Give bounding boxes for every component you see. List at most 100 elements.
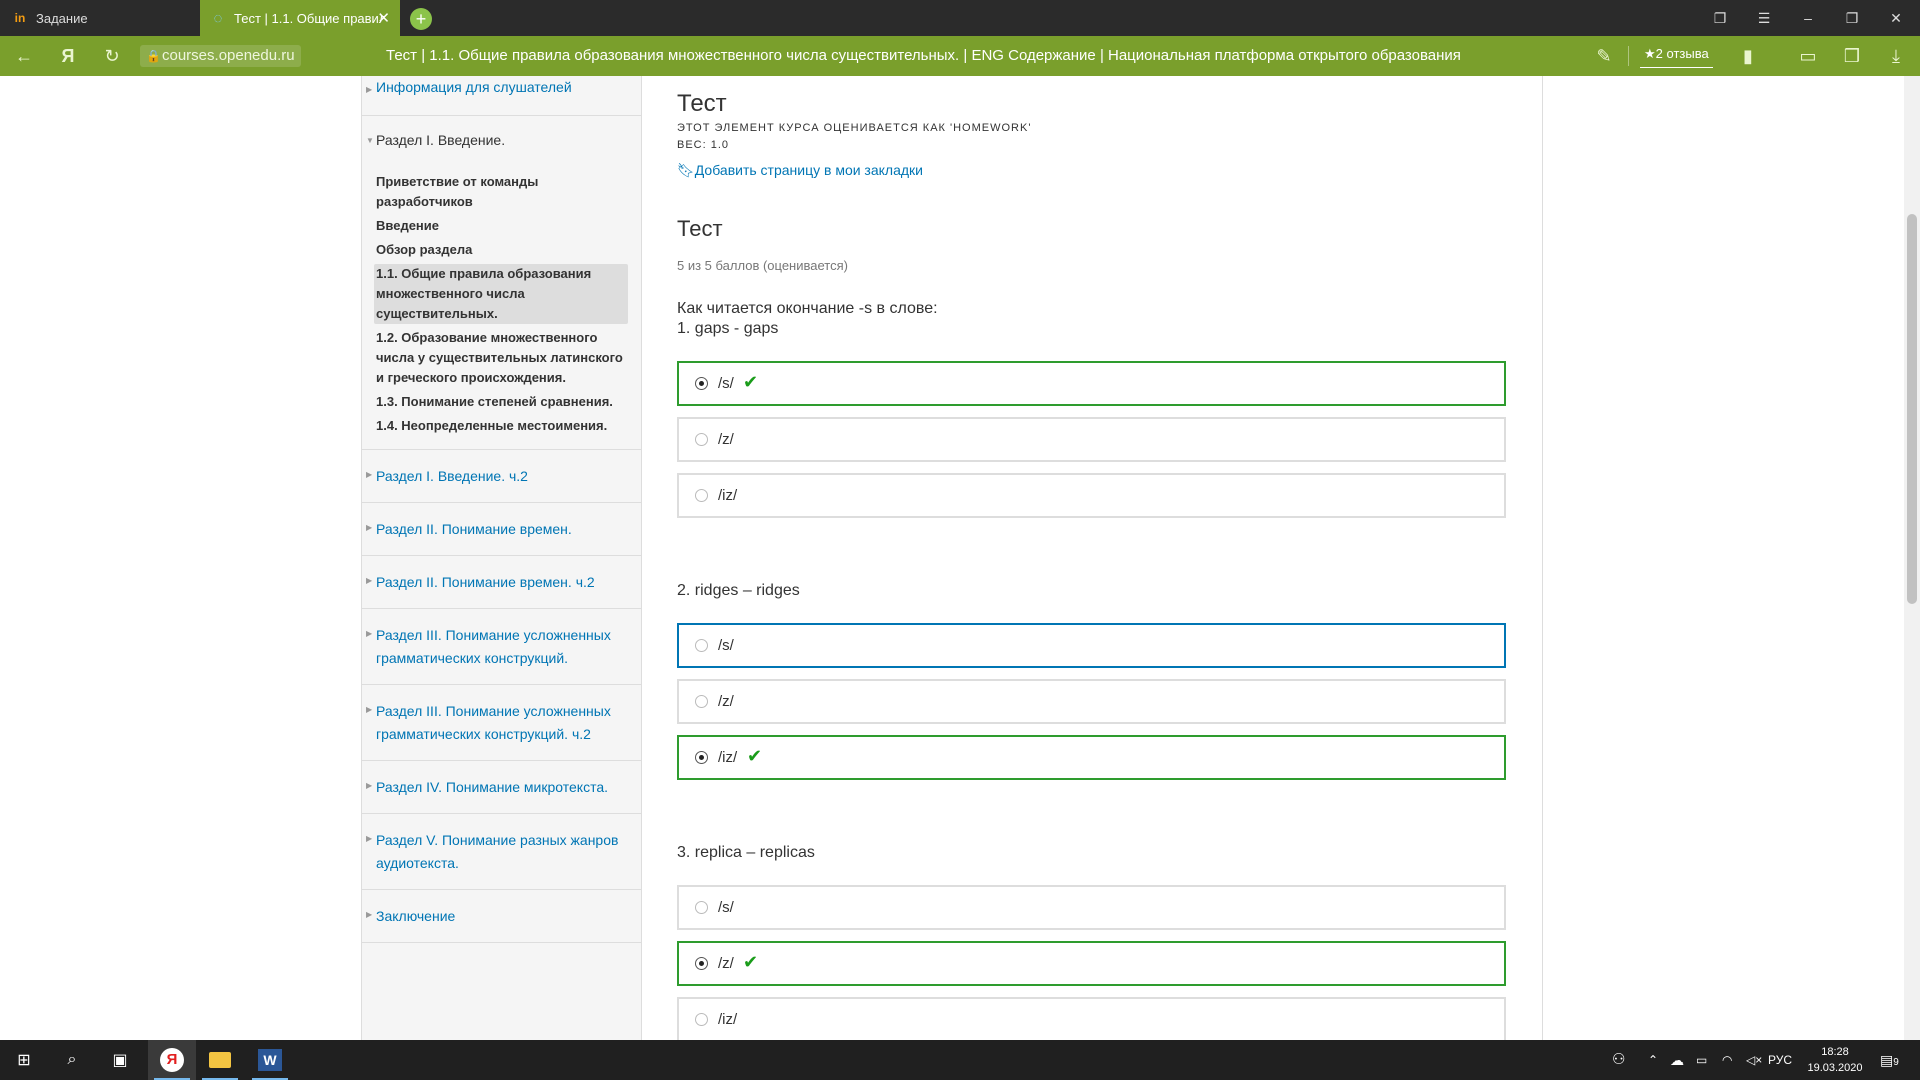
volume-icon[interactable]: ◁× [1746,1040,1762,1080]
sidebar-subitem-active[interactable]: 1.1. Общие правила образования множестве… [374,264,628,324]
sidebar-section[interactable]: ▶ Раздел IV. Понимание микротекста. [362,761,642,814]
download-icon[interactable]: ⤓ [1876,36,1916,76]
url-field[interactable]: 🔒 courses.openedu.ru [140,45,301,67]
reload-icon[interactable]: ↻ [92,36,132,76]
sidebar-section[interactable]: ▶ Заключение [362,890,642,943]
back-icon[interactable]: ← [4,36,44,76]
tab-test[interactable]: ◌ Тест | 1.1. Общие правила ✕ [200,0,400,36]
unit-content: Тест ЭТОТ ЭЛЕМЕНТ КУРСА ОЦЕНИВАЕТСЯ КАК … [677,76,1507,1042]
minimize-button[interactable]: – [1786,0,1830,36]
answer-option[interactable]: /iz/ [677,997,1506,1042]
new-tab-button[interactable]: + [410,8,432,30]
onedrive-icon[interactable]: ☁ [1670,1040,1684,1080]
sidebar-subitem[interactable]: Приветствие от команды разработчиков [376,172,628,212]
sidebar-section[interactable]: ▶ Раздел II. Понимание времен. [362,503,642,556]
radio-button[interactable] [695,489,708,502]
windows-start-icon[interactable]: ⊞ [0,1040,48,1080]
radio-button[interactable] [695,957,708,970]
sidebar-subitem[interactable]: 1.4. Неопределенные местоимения. [376,416,628,436]
sidebar-subitem[interactable]: 1.3. Понимание степеней сравнения. [376,392,628,412]
question-intro: Как читается окончание -s в слове: [677,300,938,317]
chevron-up-icon[interactable]: ⌃ [1648,1040,1658,1080]
task-view-icon[interactable]: ▣ [96,1040,144,1080]
radio-button[interactable] [695,901,708,914]
chevron-right-icon: ▶ [366,910,373,919]
bookmark-label: Добавить страницу в мои закладки [694,162,923,178]
in-icon: in [14,11,26,25]
radio-button[interactable] [695,377,708,390]
question-text: 3. replica – replicas [677,844,815,861]
close-window-button[interactable]: ✕ [1874,0,1918,36]
chevron-right-icon: ▶ [366,576,373,585]
chevron-right-icon: ▶ [366,470,373,479]
url-text: courses.openedu.ru [162,47,295,64]
time: 18:28 [1821,1046,1849,1058]
search-icon[interactable]: ⌕ [48,1040,96,1080]
answer-option[interactable]: /s/ [677,623,1506,668]
answer-option[interactable]: /z/ [677,417,1506,462]
battery-icon[interactable]: ▭ [1696,1040,1707,1080]
word-icon[interactable]: W [246,1040,294,1080]
tab-assignment[interactable]: in Задание [0,0,200,36]
sidebar-section[interactable]: ▶ Раздел II. Понимание времен. ч.2 [362,556,642,609]
sidebar-subitem[interactable]: Введение [376,216,628,236]
sidebar-section[interactable]: ▶ Раздел I. Введение. ч.2 [362,450,642,503]
option-label: /z/ [718,431,734,448]
radio-button[interactable] [695,751,708,764]
sidebar-section-label: Заключение [376,908,456,924]
sidebar-section-label: Раздел I. Введение. ч.2 [376,468,528,484]
unit-title: Тест [677,90,727,117]
chevron-right-icon: ▶ [366,85,373,94]
scrollbar-thumb[interactable] [1907,214,1917,604]
option-label: /s/ [718,637,734,654]
sidebar-subitem[interactable]: Обзор раздела [376,240,628,260]
sidebar-item-info[interactable]: ▶ Информация для слушателей [362,76,642,116]
answer-option[interactable]: /iz/ ✔ [677,735,1506,780]
sidebar-section[interactable]: ▶ Раздел V. Понимание разных жанров ауди… [362,814,642,890]
radio-button[interactable] [695,695,708,708]
wifi-icon[interactable]: ◠ [1722,1040,1732,1080]
menu-icon[interactable]: ☰ [1742,0,1786,36]
score-label: 5 из 5 баллов (оценивается) [677,258,848,273]
answer-option[interactable]: /s/ ✔ [677,361,1506,406]
bookmark-icon: 🔖︎ [677,162,695,178]
folder-shape [209,1052,231,1068]
radio-button[interactable] [695,433,708,446]
restore-button[interactable]: ❐ [1830,0,1874,36]
divider [1542,76,1543,1040]
yandex-browser-icon[interactable]: Я [148,1040,196,1080]
answer-option[interactable]: /s/ [677,885,1506,930]
radio-button[interactable] [695,639,708,652]
close-tab-icon[interactable]: ✕ [377,9,390,27]
sidebar-section-label: Раздел II. Понимание времен. ч.2 [376,574,595,590]
language-indicator[interactable]: РУС [1768,1040,1792,1080]
problem-title: Тест [677,216,723,241]
yandex-icon[interactable]: Я [48,36,88,76]
answer-option[interactable]: /iz/ [677,473,1506,518]
translate-icon[interactable]: ✎ [1584,36,1624,76]
radio-button[interactable] [695,1013,708,1026]
notifications-icon[interactable]: ▤9 [1880,1040,1899,1080]
sidebar-subitem[interactable]: 1.2. Образование множественного числа у … [376,328,628,388]
bookmark-icon[interactable]: ▮ [1728,36,1768,76]
course-navigation: ▶ Информация для слушателей ▼ Раздел I. … [362,76,642,1040]
answer-option[interactable]: /z/ [677,679,1506,724]
file-explorer-icon[interactable] [196,1040,244,1080]
sidebar-section[interactable]: ▶ Раздел III. Понимание усложненных грам… [362,685,642,761]
people-icon[interactable]: ⚇ [1612,1040,1625,1080]
collections-icon[interactable]: ❒ [1832,36,1872,76]
sidebar-section-label[interactable]: Раздел I. Введение. [376,129,636,152]
clock[interactable]: 18:28 19.03.2020 [1800,1044,1870,1076]
option-label: /s/ [718,375,734,392]
reviews-badge[interactable]: ★2 отзыва [1640,42,1713,68]
add-bookmark-link[interactable]: 🔖︎Добавить страницу в мои закладки [677,162,923,179]
chevron-right-icon: ▶ [366,781,373,790]
battery-saver-icon[interactable]: ▭ [1788,36,1828,76]
option-label: /z/ [718,693,734,710]
graded-note: ЭТОТ ЭЛЕМЕНТ КУРСА ОЦЕНИВАЕТСЯ КАК 'HOME… [677,122,1032,134]
bookmarks-panel-icon[interactable]: ❐ [1698,0,1742,36]
answer-option[interactable]: /z/ ✔ [677,941,1506,986]
sidebar-section[interactable]: ▶ Раздел III. Понимание усложненных грам… [362,609,642,685]
word-logo: W [258,1049,282,1071]
windows-taskbar: ⊞ ⌕ ▣ Я W ⚇ ⌃ ☁ ▭ ◠ ◁× РУС 18:28 19.03.2… [0,1040,1920,1080]
